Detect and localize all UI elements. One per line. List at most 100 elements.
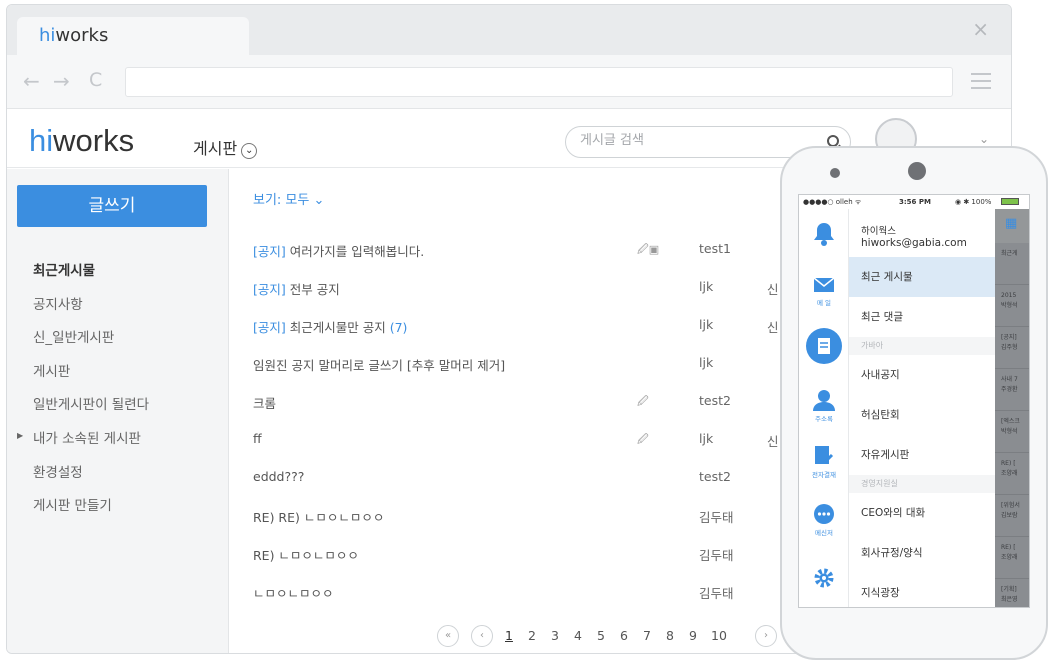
table-row[interactable]: [공지] 최근게시물만 공지 (7) ljk 신 bbox=[253, 317, 813, 337]
post-author: ljk bbox=[699, 431, 714, 446]
dimmed-content-sliver[interactable]: ▦ 최근게 2015 박형석 [공지] 김주형 사내 7 주경환 [엑스크 박형… bbox=[995, 209, 1029, 607]
table-row[interactable]: [공지] 여러가지를 입력해봅니다. 🖉▣ test1 bbox=[253, 241, 813, 261]
write-button[interactable]: 글쓰기 bbox=[17, 185, 207, 227]
mail-icon[interactable] bbox=[812, 277, 836, 297]
url-input[interactable] bbox=[125, 67, 953, 97]
prev-page-button[interactable]: ‹ bbox=[471, 625, 493, 647]
gear-icon[interactable] bbox=[812, 567, 836, 593]
drawer-item-recent-comments[interactable]: 최근 댓글 bbox=[849, 297, 995, 337]
page-number[interactable]: 7 bbox=[643, 628, 651, 643]
status-carrier: ●●●●○ olleh ᯤ bbox=[803, 198, 862, 206]
post-title[interactable]: 임원진 공지 말머리로 글쓰기 [추후 말머리 제거] bbox=[253, 355, 505, 374]
page-number[interactable]: 2 bbox=[528, 628, 536, 643]
drawer-item-knowledge[interactable]: 지식광장 bbox=[849, 573, 995, 607]
hiworks-logo[interactable]: hiworks bbox=[29, 123, 134, 159]
page-number[interactable]: 9 bbox=[689, 628, 697, 643]
sidebar-item-notice[interactable]: 공지사항 bbox=[33, 293, 83, 313]
phone-screen: ●●●●○ olleh ᯤ 3:56 PM ◉ ✱ 100% 메 일 주소록 전… bbox=[798, 194, 1030, 608]
forward-icon[interactable]: → bbox=[53, 69, 70, 93]
battery-icon bbox=[1001, 198, 1019, 205]
approval-icon[interactable] bbox=[812, 445, 836, 471]
drawer-item-recent-posts[interactable]: 최근 게시물 bbox=[849, 257, 995, 297]
board-menu-dropdown[interactable]: 게시판 ⌄ bbox=[193, 135, 258, 159]
page-number[interactable]: 5 bbox=[597, 628, 605, 643]
table-row[interactable]: 임원진 공지 말머리로 글쓰기 [추후 말머리 제거] ljk bbox=[253, 355, 813, 375]
post-title[interactable]: RE) RE) ㄴㅁㅇㄴㅁㅇㅇ bbox=[253, 507, 384, 526]
status-bar: ●●●●○ olleh ᯤ 3:56 PM ◉ ✱ 100% bbox=[799, 195, 1029, 209]
sidebar-item-general[interactable]: 일반게시판이 될련다 bbox=[33, 393, 149, 413]
post-extra: 신 bbox=[767, 282, 779, 297]
post-author: 김두태 bbox=[699, 586, 734, 601]
sidebar-item-my-boards[interactable]: 내가 소속된 게시판 bbox=[33, 427, 141, 447]
page-number[interactable]: 10 bbox=[711, 628, 727, 643]
view-filter-dropdown[interactable]: 보기: 모두 ⌄ bbox=[253, 189, 324, 208]
sidebar-item-new-general[interactable]: 신_일반게시판 bbox=[33, 326, 114, 346]
contacts-icon[interactable] bbox=[812, 389, 836, 415]
drawer-item-company-notice[interactable]: 사내공지 bbox=[849, 355, 995, 395]
post-title[interactable]: ff bbox=[253, 431, 262, 446]
post-list-panel: 보기: 모두 ⌄ [공지] 여러가지를 입력해봅니다. 🖉▣ test1 [공지… bbox=[229, 169, 789, 653]
table-row[interactable]: ff 🖉 ljk 신 bbox=[253, 431, 813, 451]
sidebar-item-settings[interactable]: 환경설정 bbox=[33, 461, 83, 481]
page-number[interactable]: 4 bbox=[574, 628, 582, 643]
post-title[interactable]: ㄴㅁㅇㄴㅁㅇㅇ bbox=[253, 583, 334, 602]
table-row[interactable]: RE) ㄴㅁㅇㄴㅁㅇㅇ 김두태 bbox=[253, 545, 813, 565]
sidebar-item-create-board[interactable]: 게시판 만들기 bbox=[33, 494, 112, 514]
search-input[interactable] bbox=[580, 133, 810, 148]
icon-rail: 메 일 주소록 전자결재 메신저 bbox=[799, 209, 849, 607]
table-row[interactable]: 크롬 🖉 test2 bbox=[253, 393, 813, 413]
close-icon[interactable]: × bbox=[972, 17, 989, 41]
board-icon[interactable] bbox=[805, 327, 843, 369]
phone-speaker bbox=[908, 162, 926, 180]
post-title[interactable]: RE) ㄴㅁㅇㄴㅁㅇㅇ bbox=[253, 545, 359, 564]
status-time: 3:56 PM bbox=[899, 198, 931, 206]
rail-label-contacts: 주소록 bbox=[815, 415, 833, 423]
bell-icon[interactable] bbox=[812, 221, 836, 251]
rail-label-approval: 전자결재 bbox=[812, 471, 836, 479]
post-title[interactable]: eddd??? bbox=[253, 469, 304, 484]
rail-label-messenger: 메신저 bbox=[815, 529, 833, 537]
sidebar-item-recent[interactable]: 최근게시물 bbox=[33, 259, 95, 279]
drawer-item-ceo-talk[interactable]: CEO와의 대화 bbox=[849, 493, 995, 533]
mobile-phone-mockup: ●●●●○ olleh ᯤ 3:56 PM ◉ ✱ 100% 메 일 주소록 전… bbox=[780, 146, 1048, 660]
post-title[interactable]: [공지] 전부 공지 bbox=[253, 279, 340, 298]
table-row[interactable]: ㄴㅁㅇㄴㅁㅇㅇ 김두태 bbox=[253, 583, 813, 603]
table-row[interactable]: [공지] 전부 공지 ljk 신 bbox=[253, 279, 813, 299]
page-number[interactable]: 8 bbox=[666, 628, 674, 643]
grid-icon[interactable]: ▦ bbox=[1005, 217, 1019, 231]
caret-right-icon[interactable]: ▶ bbox=[17, 431, 23, 440]
chevron-down-icon[interactable]: ⌄ bbox=[979, 132, 989, 146]
page-number[interactable]: 1 bbox=[505, 628, 513, 643]
messenger-icon[interactable] bbox=[812, 503, 836, 529]
sliver-top: ▦ bbox=[995, 209, 1029, 243]
tab-bar: hiworks × bbox=[7, 5, 1011, 55]
post-title[interactable]: [공지] 최근게시물만 공지 (7) bbox=[253, 317, 407, 336]
sidebar-item-board[interactable]: 게시판 bbox=[33, 360, 70, 380]
chevron-down-icon: ⌄ bbox=[241, 143, 258, 159]
hamburger-menu-icon[interactable] bbox=[971, 73, 991, 89]
post-author: test2 bbox=[699, 469, 731, 484]
list-item: [위험서 김보람 bbox=[995, 495, 1029, 537]
drawer-section-header: 경영지원실 bbox=[849, 475, 995, 493]
attachment-icon: 🖉 bbox=[637, 395, 649, 408]
post-title[interactable]: [공지] 여러가지를 입력해봅니다. bbox=[253, 241, 424, 260]
table-row[interactable]: RE) RE) ㄴㅁㅇㄴㅁㅇㅇ 김두태 bbox=[253, 507, 813, 527]
drawer-item-open-talk[interactable]: 허심탄회 bbox=[849, 395, 995, 435]
attachment-icon: 🖉▣ bbox=[637, 243, 660, 256]
list-item: [기획] 최은영 bbox=[995, 579, 1029, 607]
list-item: 사내 7 주경환 bbox=[995, 369, 1029, 411]
next-page-button[interactable]: › bbox=[755, 625, 777, 647]
post-title[interactable]: 크롬 bbox=[253, 393, 276, 412]
reload-icon[interactable]: C bbox=[89, 69, 102, 91]
drawer-item-free-board[interactable]: 자유게시판 bbox=[849, 435, 995, 475]
page-number[interactable]: 6 bbox=[620, 628, 628, 643]
page-number[interactable]: 3 bbox=[551, 628, 559, 643]
browser-tab[interactable]: hiworks bbox=[17, 17, 249, 55]
drawer-item-company-rules[interactable]: 회사규정/양식 bbox=[849, 533, 995, 573]
post-author: 김두태 bbox=[699, 510, 734, 525]
nav-drawer: 하이웍스 hiworks@gabia.com 최근 게시물 최근 댓글 가바아 … bbox=[849, 209, 995, 607]
table-row[interactable]: eddd??? test2 bbox=[253, 469, 813, 489]
first-page-button[interactable]: « bbox=[437, 625, 459, 647]
rail-label-mail: 메 일 bbox=[816, 299, 832, 307]
back-icon[interactable]: ← bbox=[23, 69, 40, 93]
